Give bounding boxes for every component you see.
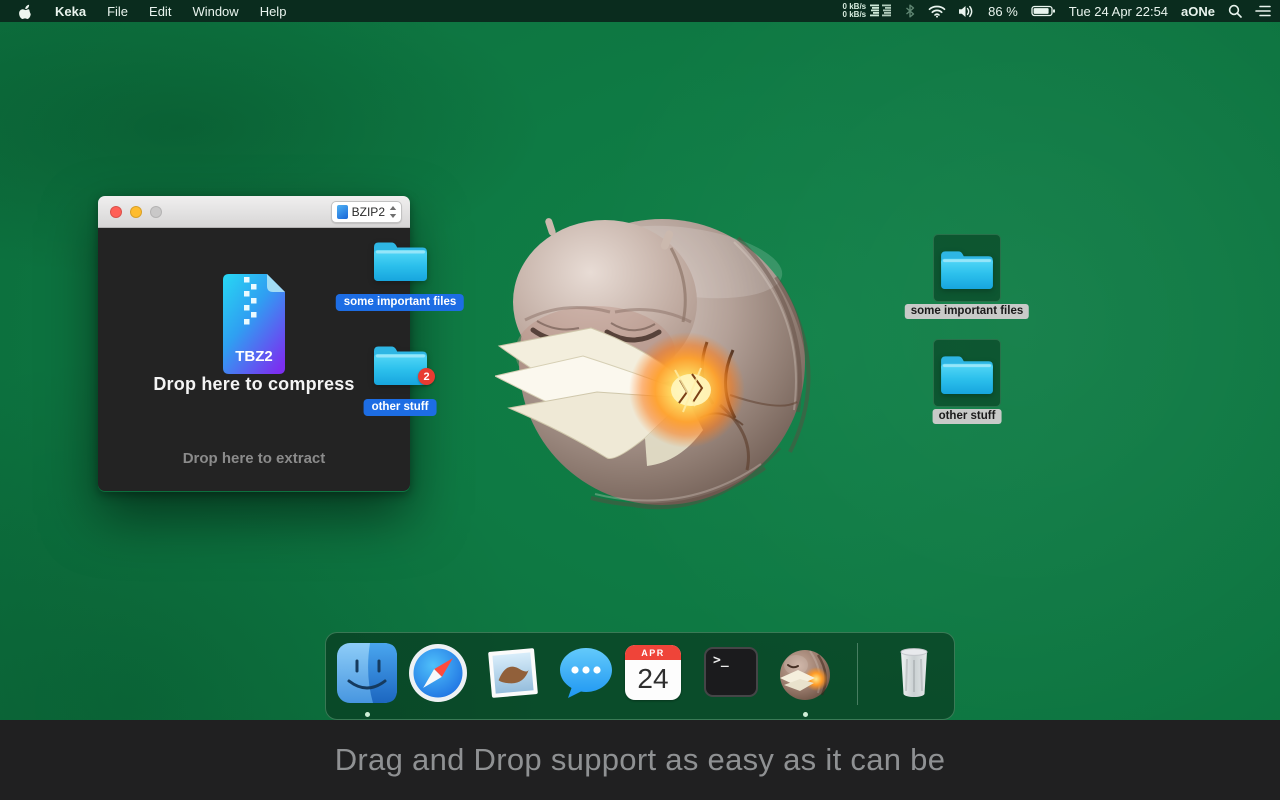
chevron-updown-icon (389, 206, 397, 218)
desktop-folder-label[interactable]: other stuff (932, 409, 1002, 424)
menu-file[interactable]: File (107, 4, 128, 19)
tbz2-file-icon: TBZ2 (223, 274, 285, 374)
dock-terminal-icon[interactable]: >_ (704, 647, 758, 697)
file-format-icon (336, 205, 348, 219)
dock-calendar-icon[interactable]: APR 24 (625, 645, 681, 700)
dock-safari-icon[interactable] (408, 643, 468, 703)
desktop-folder-label[interactable]: some important files (904, 304, 1030, 319)
keka-mascot-illustration (495, 218, 811, 510)
dock-trash-icon[interactable] (884, 643, 944, 703)
desktop-folder-other-stuff[interactable] (933, 339, 1001, 407)
dock-keka-icon[interactable] (774, 643, 834, 703)
dragged-folder-label: other stuff (363, 399, 437, 416)
folder-icon (941, 250, 993, 289)
close-button[interactable] (110, 206, 122, 218)
menu-bar: Keka File Edit Window Help 0 kB/s 0 kB/s (0, 0, 1280, 22)
format-value: BZIP2 (351, 205, 385, 219)
window-titlebar[interactable]: BZIP2 (98, 196, 410, 228)
running-indicator-keka (803, 712, 808, 717)
desktop-screen: Keka File Edit Window Help 0 kB/s 0 kB/s (0, 0, 1280, 800)
menu-bar-left: Keka File Edit Window Help (0, 0, 286, 22)
network-graph-icon (870, 4, 892, 17)
drop-extract-label: Drop here to extract (182, 450, 326, 467)
desktop-folder-important-files[interactable] (933, 234, 1001, 302)
app-menu-keka[interactable]: Keka (55, 4, 86, 19)
network-monitor[interactable]: 0 kB/s 0 kB/s (842, 2, 893, 20)
minimize-button[interactable] (130, 206, 142, 218)
dragged-folder-other-stuff[interactable]: 2 (372, 341, 435, 387)
file-type-label: TBZ2 (235, 348, 273, 365)
dock-finder-icon[interactable] (337, 643, 397, 703)
notification-center-icon[interactable] (1255, 5, 1271, 17)
keka-window: BZIP2 TBZ2 Drop here to compress Drop he (98, 196, 410, 492)
dragged-folder-important-files[interactable] (372, 237, 429, 283)
wifi-icon[interactable] (928, 5, 946, 18)
folder-icon (374, 242, 427, 281)
dock-separator (857, 643, 858, 705)
format-dropdown[interactable]: BZIP2 (330, 201, 402, 223)
spotlight-search-icon[interactable] (1228, 4, 1242, 18)
mascot-fire-glow (629, 332, 745, 448)
net-down-speed: 0 kB/s (842, 10, 867, 19)
drag-count-badge: 2 (418, 368, 435, 385)
terminal-prompt-glyph: >_ (713, 653, 729, 668)
volume-icon[interactable] (959, 5, 975, 18)
calendar-month: APR (625, 645, 681, 660)
bluetooth-icon[interactable] (905, 4, 915, 18)
window-drop-zone[interactable]: TBZ2 Drop here to compress Drop here to … (98, 228, 410, 491)
menu-window[interactable]: Window (192, 4, 238, 19)
menu-bar-clock[interactable]: Tue 24 Apr 22:54 (1069, 4, 1168, 19)
folder-icon (941, 355, 993, 394)
calendar-day: 24 (637, 663, 669, 694)
caption-band: Drag and Drop support as easy as it can … (0, 720, 1280, 800)
apple-menu-icon[interactable] (18, 4, 31, 19)
user-menu[interactable]: aONe (1181, 4, 1215, 19)
menu-help[interactable]: Help (260, 4, 287, 19)
running-indicator-finder (365, 712, 370, 717)
drop-compress-label: Drop here to compress (153, 374, 355, 394)
dock-mail-icon[interactable] (483, 643, 543, 703)
battery-percent[interactable]: 86 % (988, 4, 1018, 19)
dock: APR 24 >_ (325, 632, 955, 720)
menu-edit[interactable]: Edit (149, 4, 171, 19)
menu-bar-status: 0 kB/s 0 kB/s 86 % Tue 24 Apr 22:54 aONe (843, 0, 1271, 22)
battery-icon[interactable] (1031, 4, 1056, 18)
dragged-folder-label: some important files (335, 294, 465, 311)
dock-messages-icon[interactable] (556, 643, 616, 703)
zoom-button[interactable] (150, 206, 162, 218)
caption-text: Drag and Drop support as easy as it can … (334, 742, 946, 777)
